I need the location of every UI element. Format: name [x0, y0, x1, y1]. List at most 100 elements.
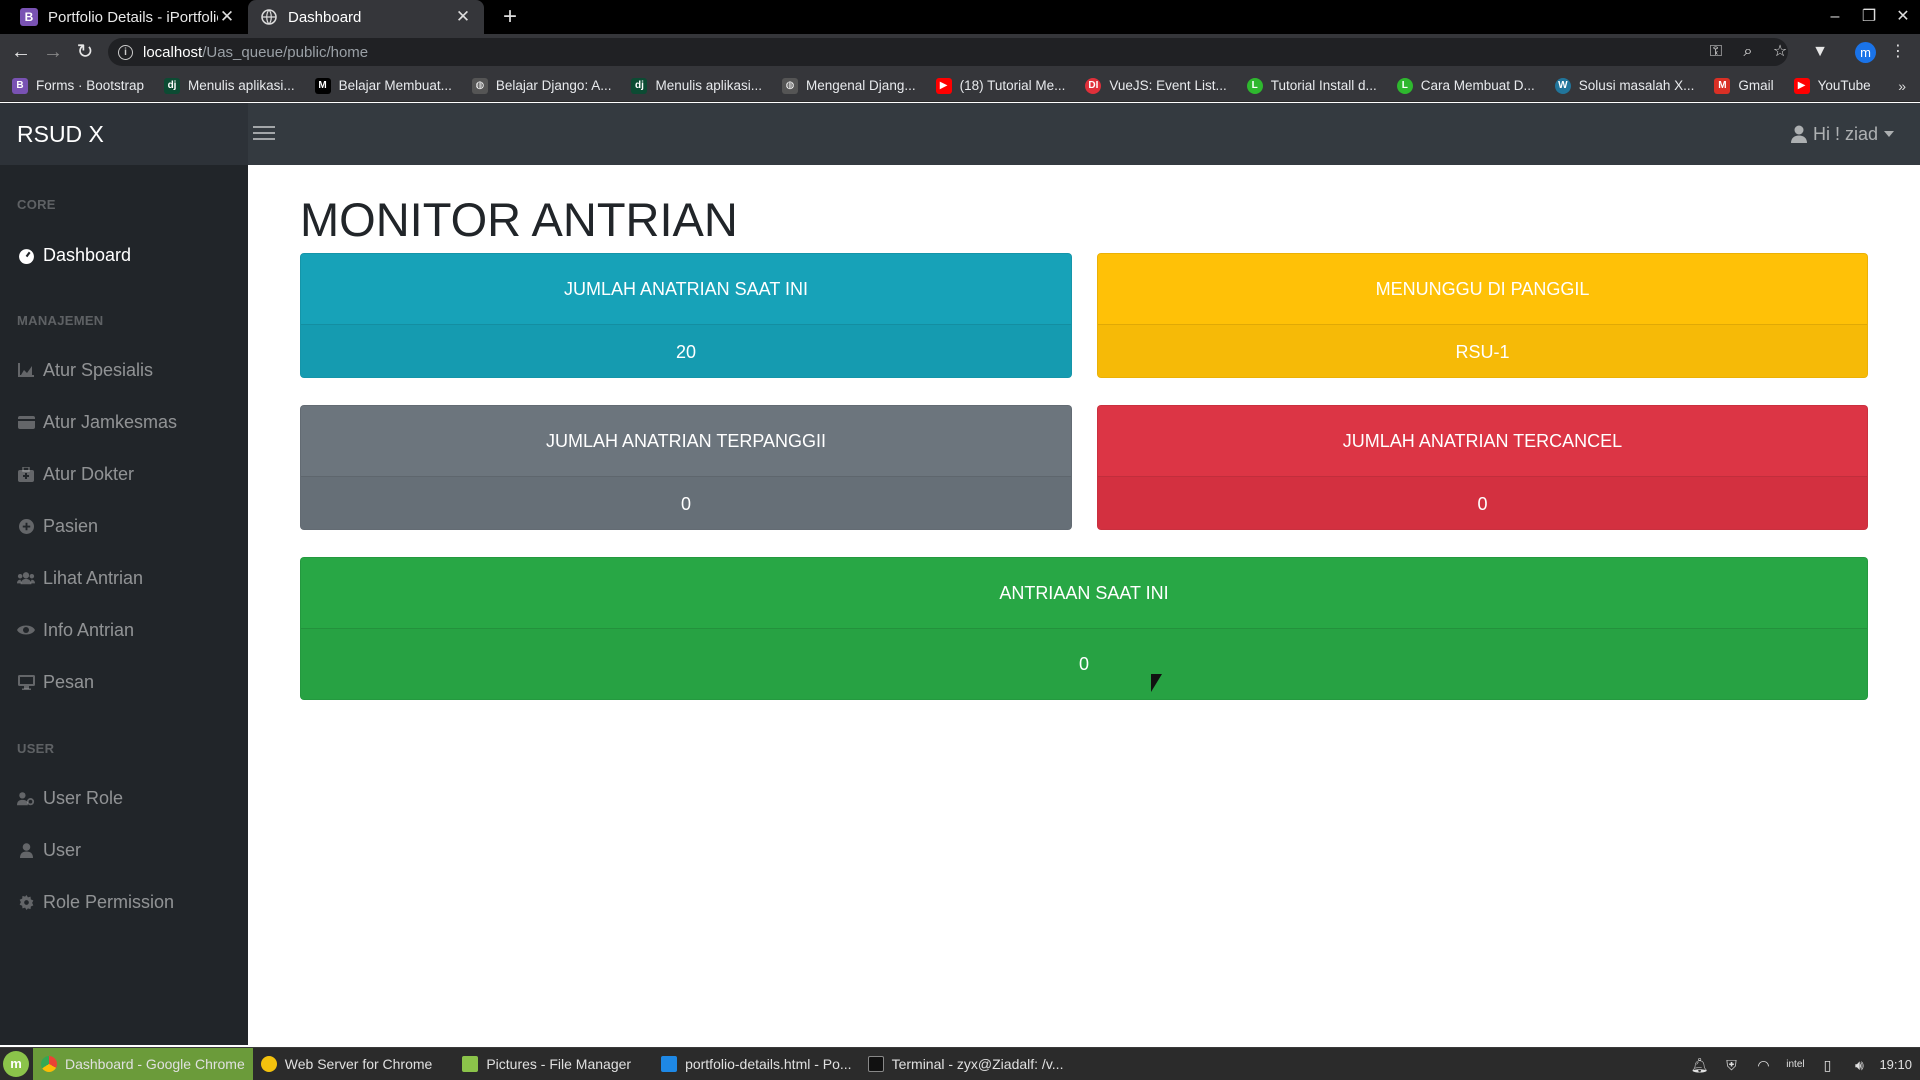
bookmark-item[interactable]: L Tutorial Install d... — [1246, 77, 1377, 94]
bookmarks-overflow-button[interactable]: » — [1898, 70, 1906, 102]
sidebar-item-user-role[interactable]: User Role — [17, 785, 123, 811]
bookmark-item[interactable]: B Forms · Bootstrap — [12, 77, 144, 94]
bookmark-item[interactable]: dj Menulis aplikasi... — [631, 77, 762, 94]
taskbar-item-chrome[interactable]: Dashboard - Google Chrome — [33, 1047, 253, 1080]
taskbar-item-vscode[interactable]: portfolio-details.html - Po... — [653, 1048, 860, 1080]
card-value: 0 — [301, 477, 1071, 529]
tachometer-icon — [17, 246, 35, 264]
user-dropdown[interactable]: Hi ! ziad — [1790, 103, 1894, 165]
bookmark-item[interactable]: ◍ Mengenal Djang... — [782, 77, 916, 94]
vue-devtools-extension-icon[interactable]: ▼ — [1808, 40, 1832, 64]
url-host: localhost — [143, 43, 203, 61]
battery-icon[interactable]: ▯ — [1816, 1055, 1838, 1075]
system-tray: 🔔︎ ⛨ ◠ intel ▯ 🔊︎ 19:10 — [1683, 1048, 1920, 1080]
restore-icon[interactable]: ❐ — [1852, 0, 1886, 34]
close-tab-icon[interactable]: ✕ — [454, 7, 472, 27]
plus-circle-icon — [17, 517, 35, 535]
bookmark-item[interactable]: ◍ Belajar Django: A... — [471, 77, 611, 94]
minimize-icon[interactable]: – — [1818, 0, 1852, 34]
taskbar-item-file-manager[interactable]: Pictures - File Manager — [454, 1048, 639, 1080]
taskbar-item-web-server[interactable]: Web Server for Chrome — [253, 1048, 441, 1080]
user-icon — [17, 841, 35, 859]
close-window-icon[interactable]: ✕ — [1886, 0, 1920, 34]
sidebar-heading-user: USER — [17, 741, 55, 756]
sidebar-heading-core: CORE — [17, 197, 56, 212]
sidebar-item-dashboard[interactable]: Dashboard — [17, 242, 131, 268]
profile-avatar[interactable]: m — [1855, 42, 1876, 63]
globe-icon: ◍ — [471, 77, 488, 94]
sidebar-item-pasien[interactable]: Pasien — [17, 513, 98, 539]
sidebar-item-atur-dokter[interactable]: Atur Dokter — [17, 461, 134, 487]
eye-icon — [17, 621, 35, 639]
sidebar-item-atur-spesialis[interactable]: Atur Spesialis — [17, 357, 153, 383]
user-icon — [1790, 125, 1807, 143]
chrome-menu-icon[interactable]: ⋮ — [1886, 40, 1910, 64]
django-icon: dj — [631, 77, 648, 94]
card-header: ANTRIAAN SAAT INI — [301, 558, 1867, 629]
mouse-cursor-icon — [1151, 674, 1162, 692]
django-icon: dj — [164, 77, 181, 94]
card-jumlah-antrian-terpanggil: JUMLAH ANATRIAN TERPANGGII 0 — [300, 405, 1072, 530]
close-tab-icon[interactable]: ✕ — [218, 7, 236, 27]
card-value: 0 — [301, 629, 1867, 699]
sidebar-item-role-permission[interactable]: Role Permission — [17, 889, 174, 915]
web-server-icon — [260, 1056, 277, 1072]
bookmark-item[interactable]: M Belajar Membuat... — [314, 77, 452, 94]
browser-tab-strip: B Portfolio Details - iPortfolio E ✕ Das… — [0, 0, 1920, 34]
bell-icon[interactable]: 🔔︎ — [1688, 1055, 1710, 1075]
forward-arrow-icon[interactable]: → — [38, 37, 68, 67]
bookmark-item[interactable]: W Solusi masalah X... — [1554, 77, 1694, 94]
sidebar-item-atur-jamkesmas[interactable]: Atur Jamkesmas — [17, 409, 177, 435]
key-icon[interactable]: ⚿ — [1704, 40, 1728, 64]
wordpress-icon: W — [1554, 77, 1571, 94]
sidebar-item-lihat-antrian[interactable]: Lihat Antrian — [17, 565, 143, 591]
users-icon — [17, 569, 35, 587]
address-bar[interactable]: i localhost/Uas_queue/public/home — [108, 38, 1788, 66]
os-taskbar: m Dashboard - Google Chrome Web Server f… — [0, 1047, 1920, 1080]
tab-portfolio-details[interactable]: B Portfolio Details - iPortfolio E ✕ — [8, 0, 248, 34]
star-bookmark-icon[interactable]: ☆ — [1768, 40, 1792, 64]
sidebar-toggle-icon[interactable] — [253, 122, 275, 146]
chart-area-icon — [17, 361, 35, 379]
zoom-icon[interactable]: ⌕ — [1736, 40, 1760, 64]
new-tab-button[interactable]: + — [497, 4, 523, 30]
bookmark-item[interactable]: DI VueJS: Event List... — [1085, 77, 1227, 94]
sidebar-item-user[interactable]: User — [17, 837, 81, 863]
bookmark-item[interactable]: ▶ YouTube — [1793, 77, 1871, 94]
card-antrian-saat-ini: ANTRIAAN SAAT INI 0 — [300, 557, 1868, 700]
start-menu-icon[interactable]: m — [3, 1051, 29, 1077]
bookmark-item[interactable]: L Cara Membuat D... — [1396, 77, 1535, 94]
wifi-icon[interactable]: ◠ — [1752, 1055, 1774, 1075]
intel-icon[interactable]: intel — [1784, 1055, 1806, 1075]
card-value: 20 — [301, 325, 1071, 377]
sidebar-item-pesan[interactable]: Pesan — [17, 669, 94, 695]
back-arrow-icon[interactable]: ← — [6, 37, 36, 67]
bookmark-item[interactable]: dj Menulis aplikasi... — [164, 77, 295, 94]
card-header: MENUNGGU DI PANGGIL — [1098, 254, 1867, 325]
desktop-icon — [17, 673, 35, 691]
folder-icon — [462, 1056, 479, 1072]
bootstrap-icon: B — [12, 77, 28, 94]
caret-down-icon — [1884, 131, 1894, 137]
site-info-icon[interactable]: i — [118, 44, 133, 60]
leaf-icon: L — [1246, 77, 1263, 94]
bookmark-item[interactable]: M Gmail — [1714, 77, 1774, 94]
globe-icon: ◍ — [782, 77, 799, 94]
card-menunggu-di-panggil: MENUNGGU DI PANGGIL RSU-1 — [1097, 253, 1868, 378]
sidebar: CORE Dashboard MANAJEMEN Atur Spesialis … — [0, 165, 248, 1045]
tab-title: Dashboard — [288, 8, 362, 26]
tab-dashboard[interactable]: Dashboard ✕ — [248, 0, 484, 34]
taskbar-item-terminal[interactable]: Terminal - zyx@Ziadalf: /v... — [860, 1048, 1072, 1080]
volume-icon[interactable]: 🔊︎ — [1848, 1055, 1870, 1075]
brand-logo[interactable]: RSUD X — [0, 103, 248, 165]
bookmark-item[interactable]: ▶ (18) Tutorial Me... — [935, 77, 1065, 94]
vscode-icon — [661, 1056, 678, 1072]
clock[interactable]: 19:10 — [1879, 1057, 1912, 1072]
shield-icon[interactable]: ⛨ — [1720, 1055, 1742, 1075]
tab-title: Portfolio Details - iPortfolio E — [48, 8, 218, 26]
sidebar-item-info-antrian[interactable]: Info Antrian — [17, 617, 134, 643]
reload-icon[interactable]: ↻ — [70, 37, 100, 67]
bootstrap-favicon-icon: B — [20, 8, 38, 26]
dev-icon: DI — [1085, 77, 1102, 94]
browser-toolbar: ← → ↻ i localhost/Uas_queue/public/home … — [0, 34, 1920, 70]
